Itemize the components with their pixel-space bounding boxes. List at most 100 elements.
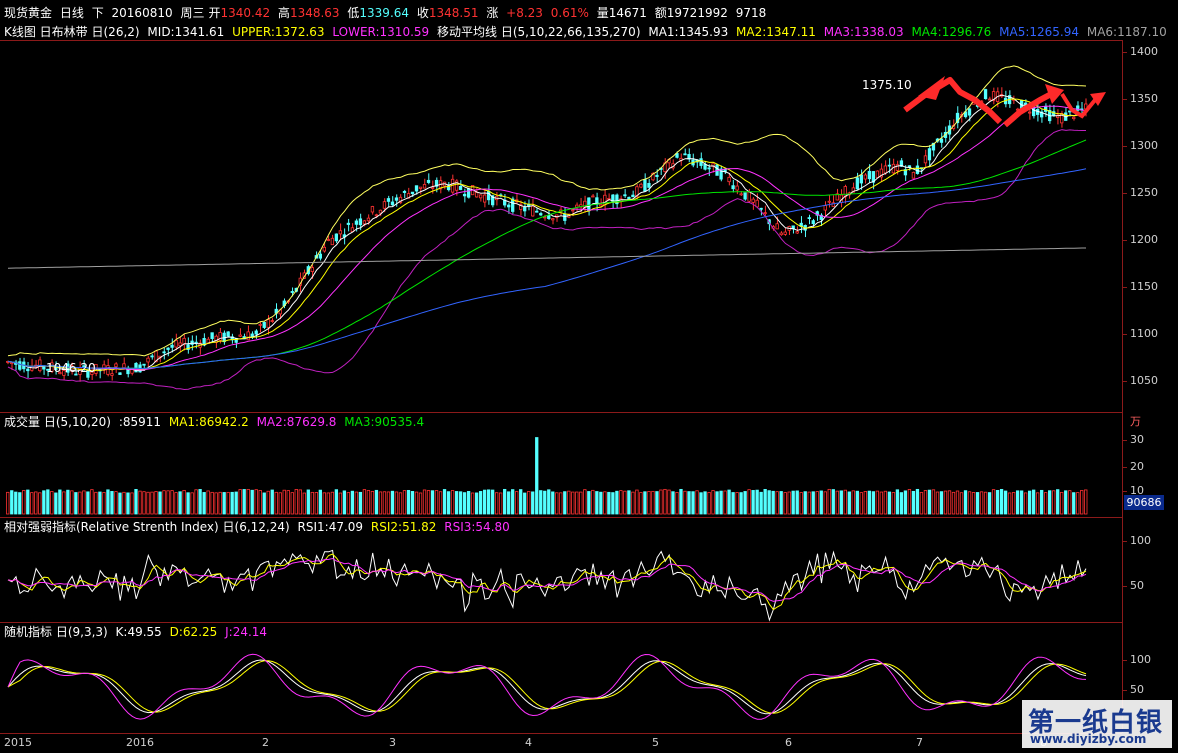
volume-bar bbox=[374, 489, 379, 515]
volume-bar bbox=[210, 491, 214, 515]
volume-bar bbox=[755, 489, 759, 515]
candle-body bbox=[422, 184, 427, 189]
volume-bar bbox=[891, 492, 896, 515]
volume-bar bbox=[206, 490, 210, 515]
volume-bar bbox=[470, 492, 475, 515]
volume-bar bbox=[258, 490, 262, 515]
volume-bar bbox=[1011, 492, 1016, 515]
volume-bar bbox=[346, 492, 351, 515]
candle-body bbox=[394, 197, 399, 201]
candle-body bbox=[923, 155, 928, 164]
kdj-title[interactable]: 随机指标 日(9,3,3) bbox=[4, 625, 108, 639]
volume-bar bbox=[915, 488, 920, 515]
volume-ma3: MA3:90535.4 bbox=[344, 415, 425, 429]
candle-body bbox=[362, 220, 367, 225]
volume-bar bbox=[382, 491, 387, 515]
x-tick: 2 bbox=[262, 736, 269, 749]
volume-bar bbox=[679, 488, 683, 515]
volume-bar bbox=[895, 489, 900, 515]
candle-body bbox=[426, 179, 431, 183]
candle-body bbox=[254, 330, 258, 335]
candle-body bbox=[1072, 116, 1076, 120]
volume-bar bbox=[406, 489, 411, 515]
volume-bar bbox=[575, 491, 579, 515]
candle-body bbox=[763, 212, 767, 215]
rsi-title[interactable]: 相对强弱指标(Relative Strenth Index) 日(6,12,24… bbox=[4, 520, 290, 534]
volume-bar bbox=[1064, 490, 1068, 515]
volume-bar bbox=[779, 491, 783, 515]
volume-bar bbox=[571, 491, 575, 515]
volume-bar bbox=[42, 490, 46, 515]
volume-bar bbox=[106, 489, 110, 515]
volume-bar bbox=[947, 490, 952, 515]
volume-bar bbox=[1060, 491, 1064, 515]
volume-bar bbox=[791, 490, 795, 515]
candle-body bbox=[599, 204, 603, 207]
volume-bar bbox=[979, 491, 984, 515]
volume-bar bbox=[935, 491, 940, 515]
kdj-d-line bbox=[7, 660, 1087, 714]
volume-bar bbox=[787, 491, 791, 515]
candle-body bbox=[354, 220, 359, 225]
candle-body bbox=[482, 194, 487, 203]
volume-bar bbox=[226, 491, 230, 515]
volume-chart bbox=[6, 437, 1088, 515]
x-tick: 5 bbox=[652, 736, 659, 749]
volume-ma2: MA2:87629.8 bbox=[256, 415, 337, 429]
candle-body bbox=[795, 231, 799, 234]
chart-canvas[interactable] bbox=[0, 0, 1178, 753]
volume-bar bbox=[931, 489, 936, 515]
x-tick: 7 bbox=[916, 736, 923, 749]
candle-body bbox=[378, 209, 383, 214]
candle-body bbox=[755, 199, 759, 208]
candle-body bbox=[162, 351, 166, 354]
volume-bar bbox=[723, 490, 727, 515]
volume-bar bbox=[1076, 492, 1080, 515]
volume-bar bbox=[170, 490, 174, 515]
volume-bar bbox=[851, 490, 855, 515]
volume-bar bbox=[987, 492, 992, 515]
candle-body bbox=[527, 204, 531, 207]
candle-body bbox=[18, 361, 22, 370]
volume-bar bbox=[46, 489, 50, 515]
volume-bar bbox=[50, 491, 54, 515]
candle-body bbox=[410, 191, 415, 195]
volume-bar bbox=[627, 490, 631, 515]
volume-bar bbox=[286, 490, 290, 515]
volume-bar bbox=[599, 491, 603, 515]
volume-bar bbox=[847, 491, 851, 515]
volume-bar bbox=[691, 491, 695, 515]
volume-bar bbox=[402, 490, 407, 515]
candle-body bbox=[318, 253, 322, 259]
candle-body bbox=[739, 193, 743, 196]
volume-title[interactable]: 成交量 日(5,10,20) bbox=[4, 415, 111, 429]
candle-body bbox=[466, 188, 471, 198]
volume-bar bbox=[454, 491, 459, 515]
volume-bar bbox=[330, 491, 335, 515]
volume-bar bbox=[659, 489, 663, 515]
candle-body bbox=[747, 191, 751, 202]
candle-body bbox=[330, 237, 335, 246]
candle-body bbox=[262, 321, 266, 328]
volume-bar bbox=[579, 491, 583, 515]
volume-bar bbox=[687, 491, 691, 515]
volume-bar bbox=[775, 491, 779, 515]
volume-bar bbox=[707, 492, 711, 515]
candle-body bbox=[414, 185, 419, 192]
volume-bar bbox=[887, 491, 892, 515]
volume-bar bbox=[1044, 492, 1048, 515]
volume-bar bbox=[587, 491, 591, 515]
candle-body bbox=[1023, 102, 1028, 105]
volume-bar bbox=[66, 489, 70, 515]
candle-body bbox=[627, 196, 631, 200]
kdj-k-line bbox=[7, 659, 1087, 715]
volume-bar bbox=[835, 490, 839, 515]
volume-bar bbox=[907, 489, 912, 515]
volume-bar bbox=[603, 491, 607, 515]
volume-bar bbox=[1007, 492, 1012, 515]
candle-body bbox=[402, 191, 407, 193]
volume-bar bbox=[855, 490, 859, 515]
volume-bar bbox=[623, 490, 627, 515]
volume-bar bbox=[354, 491, 359, 515]
candle-body bbox=[735, 185, 739, 191]
